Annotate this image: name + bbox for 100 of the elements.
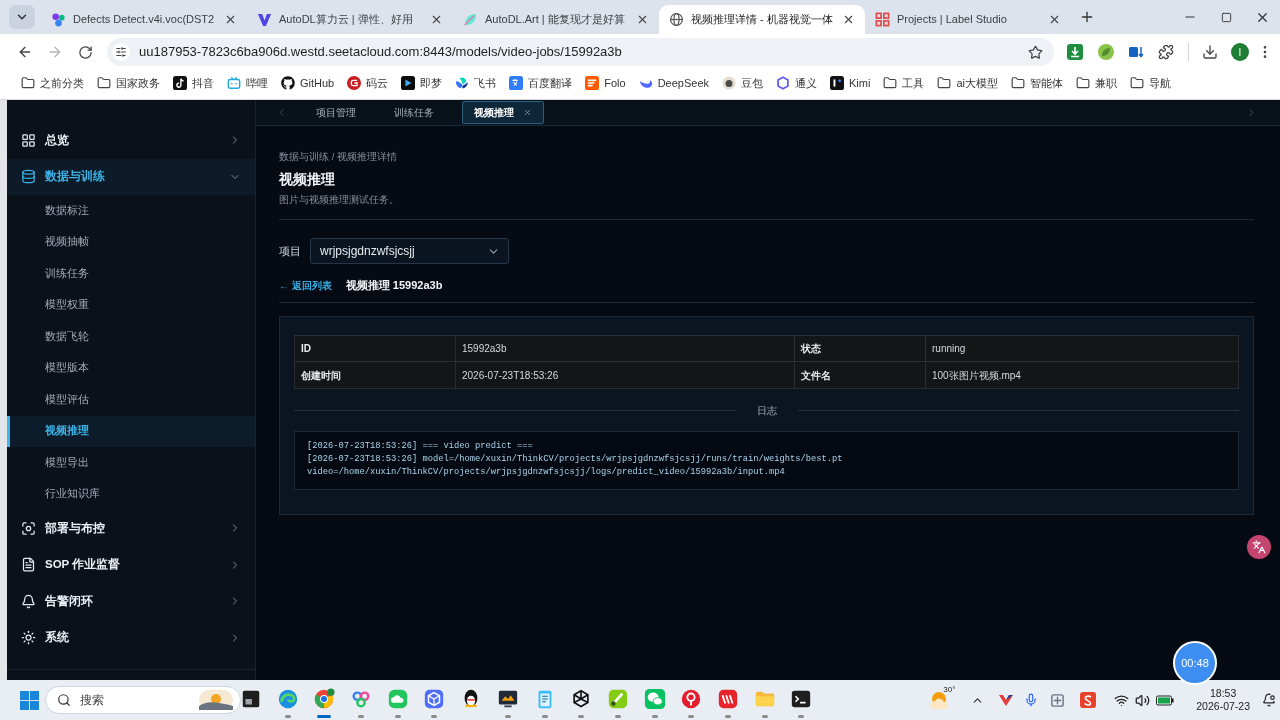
bookmark[interactable]: 码云 bbox=[347, 74, 389, 92]
curve-tile-icon[interactable] bbox=[1080, 692, 1097, 708]
brush-tile-icon bbox=[606, 688, 629, 710]
bookmark[interactable]: DeepSeek bbox=[638, 74, 710, 92]
battery-icon[interactable] bbox=[1156, 694, 1175, 706]
browser-tab[interactable]: AutoDL算力云 | 弹性、好用 bbox=[247, 5, 453, 34]
document-icon bbox=[21, 557, 36, 573]
sidebar-item[interactable]: SOP 作业监督 bbox=[7, 546, 255, 583]
bookmark[interactable]: GitHub bbox=[281, 74, 335, 92]
page-tab[interactable]: 训练任务 bbox=[384, 101, 444, 124]
site-settings-icon[interactable] bbox=[112, 43, 130, 61]
puzzle-icon[interactable] bbox=[1158, 44, 1174, 60]
monitor-icon bbox=[496, 688, 519, 710]
download-tile-icon[interactable] bbox=[1067, 44, 1083, 60]
browser-icon bbox=[313, 688, 336, 710]
bookmark[interactable]: 通义 bbox=[776, 74, 818, 92]
bookmark[interactable]: 抖音 bbox=[173, 74, 214, 92]
browser-tab[interactable]: Projects | Label Studio bbox=[865, 5, 1071, 34]
maximize-icon[interactable] bbox=[1220, 11, 1232, 23]
sidebar-subitem[interactable]: 模型评估 bbox=[7, 384, 255, 416]
browser-tab[interactable]: Defects Detect.v4i.voc(DST2 bbox=[41, 5, 247, 34]
sidebar-subitem[interactable]: 模型权重 bbox=[7, 289, 255, 321]
folder-icon bbox=[21, 76, 35, 90]
sidebar-subitem[interactable]: 数据标注 bbox=[7, 195, 255, 227]
new-tab-icon[interactable] bbox=[1079, 9, 1095, 25]
start-icon[interactable] bbox=[20, 690, 39, 710]
browser-tab[interactable]: AutoDL.Art | 能复现才是好算 bbox=[453, 5, 659, 34]
sidebar-item[interactable]: 告警闭环 bbox=[7, 583, 255, 620]
back-link[interactable]: ← 返回列表 bbox=[279, 277, 332, 293]
sun-icon bbox=[21, 630, 36, 646]
folder-icon bbox=[937, 76, 952, 90]
job-title: 视频推理 15992a3b bbox=[345, 277, 443, 293]
leaf-logo-icon bbox=[463, 12, 478, 27]
table-cell: 文件名 bbox=[795, 362, 926, 388]
sidebar-subitem[interactable]: 视频推理 bbox=[7, 415, 255, 447]
round-logo-icon bbox=[722, 76, 737, 90]
tv-icon bbox=[227, 76, 241, 90]
close-icon[interactable] bbox=[842, 13, 855, 26]
page-tab[interactable]: 项目管理 bbox=[306, 101, 366, 124]
sidebar-subitem[interactable]: 模型版本 bbox=[7, 352, 255, 384]
bookmark[interactable]: Kimi bbox=[830, 74, 871, 92]
clock-time: 18:53 bbox=[1210, 687, 1237, 700]
log-line: [2026-07-23T18:53:26] === video predict === bbox=[307, 440, 534, 453]
sidebar-subitem[interactable]: 模型导出 bbox=[7, 447, 255, 479]
address-field[interactable]: uu187953-7823c6ba906d.westd.seetacloud.com:8443/models/video-jobs/15992a3b bbox=[107, 38, 1054, 66]
bookmark[interactable]: Folo bbox=[585, 74, 626, 92]
notification-bell-icon[interactable] bbox=[1262, 693, 1276, 707]
sidebar-item[interactable]: 数据与训练 bbox=[7, 158, 255, 195]
chevron-mark-icon[interactable] bbox=[998, 692, 1015, 708]
close-icon[interactable] bbox=[523, 108, 532, 117]
bookmark[interactable]: 豆包 bbox=[722, 74, 764, 92]
terminal-icon bbox=[790, 688, 813, 710]
bookmark[interactable]: 兼职 bbox=[1076, 74, 1117, 92]
reload-icon[interactable] bbox=[78, 44, 93, 60]
sidebar-item[interactable]: 系统 bbox=[7, 619, 255, 656]
bookmark[interactable]: 百度翻译 bbox=[509, 74, 573, 92]
close-icon[interactable] bbox=[1048, 13, 1061, 26]
close-icon[interactable] bbox=[636, 13, 649, 26]
leaf-icon[interactable] bbox=[1098, 44, 1114, 60]
sidebar-subitem[interactable]: 行业知识库 bbox=[7, 478, 255, 510]
sidebar-item[interactable]: 部署与布控 bbox=[7, 510, 255, 547]
browser-tab[interactable]: 视频推理详情 - 机器视觉一体 bbox=[659, 5, 865, 34]
bookmark[interactable]: 导航 bbox=[1130, 74, 1171, 92]
translate-tile-icon bbox=[509, 76, 524, 90]
download-icon[interactable] bbox=[1202, 44, 1218, 60]
table-cell-text: running bbox=[931, 342, 967, 356]
folder-icon bbox=[1076, 76, 1090, 90]
folder-icon bbox=[883, 76, 898, 90]
search-icon bbox=[57, 693, 71, 707]
star-icon[interactable] bbox=[1028, 44, 1043, 60]
plus-square-icon[interactable] bbox=[1050, 692, 1066, 708]
microphone-icon[interactable] bbox=[1024, 693, 1039, 707]
globe-icon bbox=[669, 12, 684, 27]
bookmark[interactable]: 哔哩 bbox=[227, 74, 268, 92]
swirl-icon bbox=[276, 688, 299, 710]
sidebar-subitem[interactable]: 视频抽帧 bbox=[7, 226, 255, 258]
arrow-down-icon[interactable] bbox=[1128, 44, 1144, 60]
bookmark[interactable]: 工具 bbox=[883, 74, 925, 92]
sidebar-subitem[interactable]: 数据飞轮 bbox=[7, 321, 255, 353]
page-tab[interactable]: 视频推理 bbox=[462, 101, 544, 124]
close-icon[interactable] bbox=[224, 13, 237, 26]
cube-icon bbox=[423, 688, 446, 710]
wifi-icon[interactable] bbox=[1114, 692, 1130, 708]
volume-icon[interactable] bbox=[1135, 692, 1151, 708]
bookmark[interactable]: ai大模型 bbox=[937, 74, 998, 92]
cloud-tile-icon bbox=[386, 688, 409, 710]
tab-search-button[interactable] bbox=[9, 5, 35, 29]
bookmark[interactable]: 国家政务 bbox=[97, 74, 160, 92]
sidebar-subitem[interactable]: 训练任务 bbox=[7, 258, 255, 290]
sidebar-item[interactable]: 总览 bbox=[7, 122, 255, 159]
bookmark[interactable]: 飞书 bbox=[455, 74, 497, 92]
project-select[interactable]: wrjpsjgdnzwfsjcsjj bbox=[310, 238, 509, 264]
bird-icon bbox=[455, 76, 470, 90]
section-heading: 日志 bbox=[756, 403, 777, 418]
close-icon[interactable] bbox=[430, 13, 443, 26]
bookmark[interactable]: 即梦 bbox=[401, 74, 443, 92]
grid-icon bbox=[21, 132, 36, 148]
profile-avatar[interactable]: I bbox=[1231, 43, 1249, 61]
bookmark[interactable]: 之前分类 bbox=[21, 74, 84, 92]
bookmark[interactable]: 智能体 bbox=[1011, 74, 1063, 92]
